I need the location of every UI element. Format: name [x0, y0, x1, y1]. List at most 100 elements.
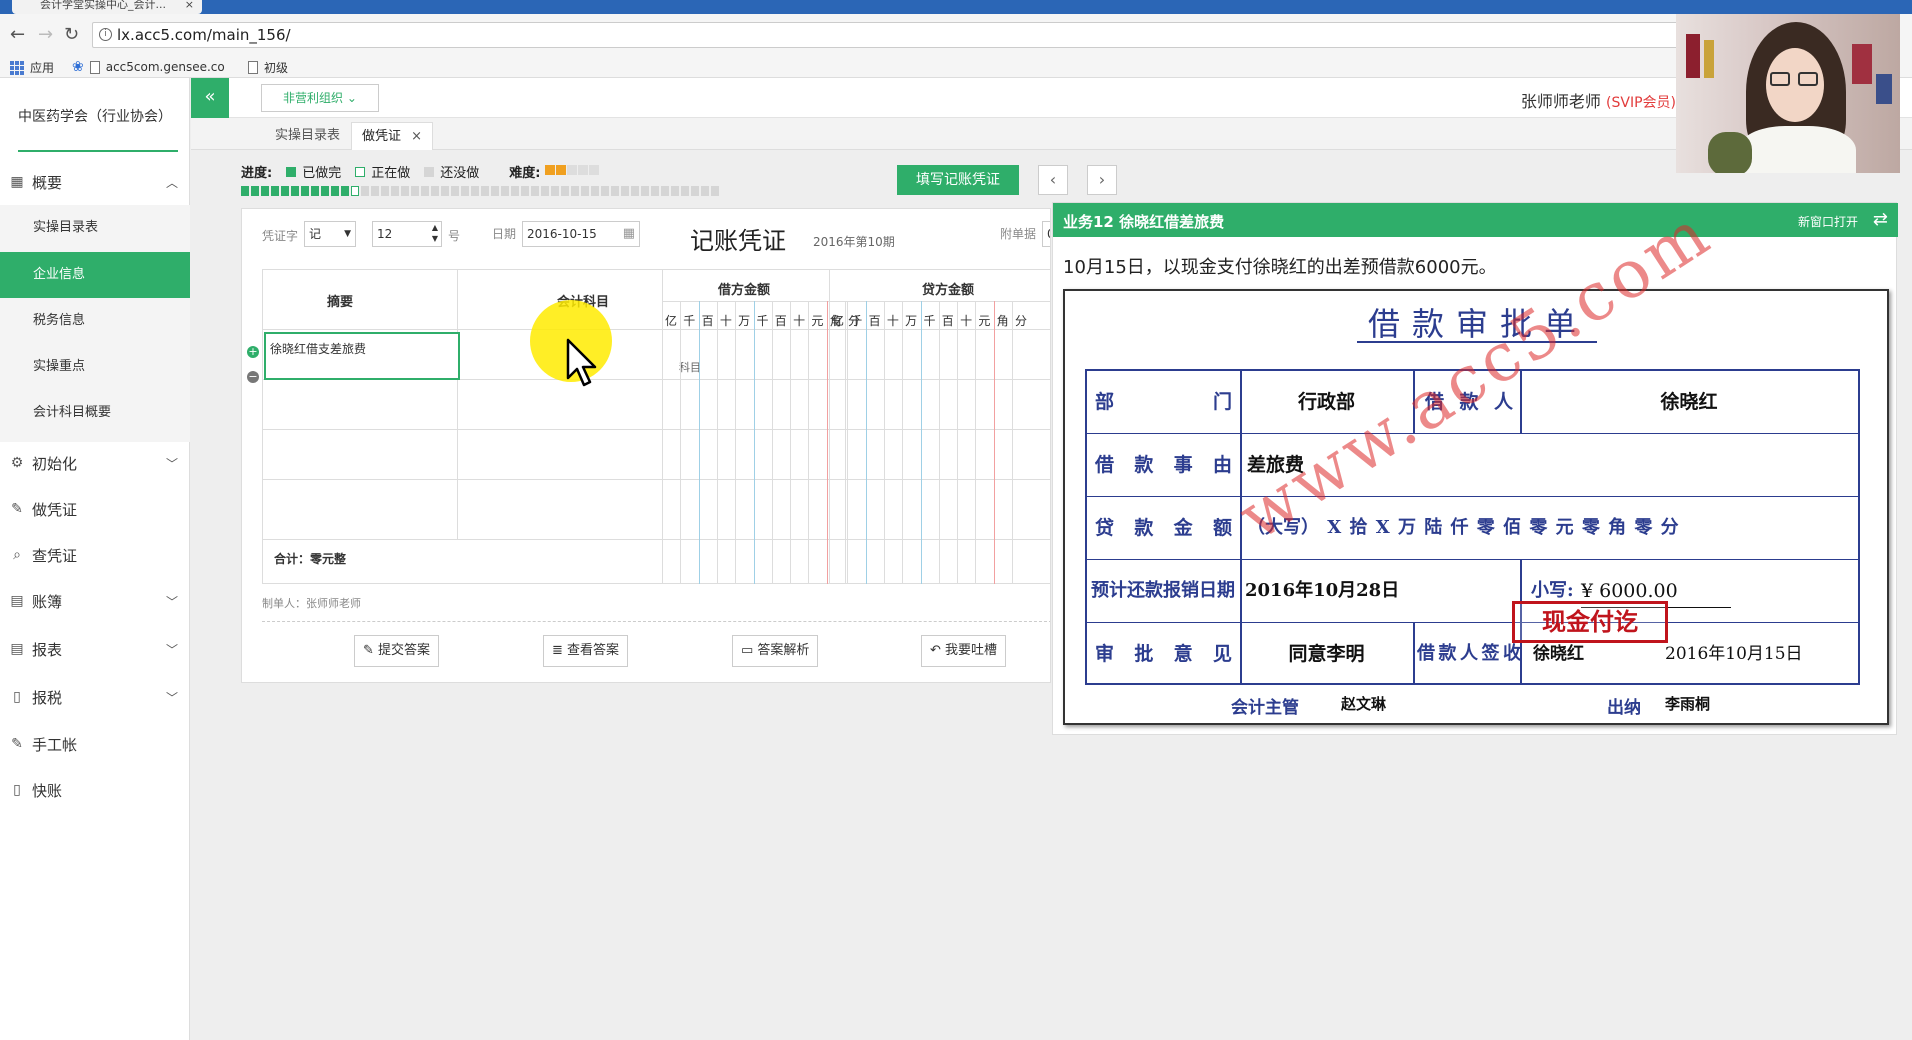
- sidebar-item-make-voucher[interactable]: ✎ 做凭证: [0, 486, 190, 532]
- progress-segment[interactable]: [571, 186, 579, 196]
- progress-segment[interactable]: [701, 186, 709, 196]
- progress-segment[interactable]: [671, 186, 679, 196]
- progress-segment[interactable]: [541, 186, 549, 196]
- progress-segment[interactable]: [461, 186, 469, 196]
- sidebar-item-tax-filing[interactable]: ▯ 报税 ﹀: [0, 674, 190, 720]
- progress-segment[interactable]: [281, 186, 289, 196]
- progress-segment[interactable]: [261, 186, 269, 196]
- progress-segment[interactable]: [531, 186, 539, 196]
- progress-segment[interactable]: [651, 186, 659, 196]
- tab-make-voucher[interactable]: 做凭证 ×: [351, 122, 434, 150]
- sidebar-subitem-company-info[interactable]: 企业信息: [0, 252, 190, 298]
- progress-segment[interactable]: [491, 186, 499, 196]
- tab-catalog[interactable]: 实操目录表: [265, 122, 350, 150]
- progress-segment[interactable]: [291, 186, 299, 196]
- prev-arrow-icon[interactable]: ‹: [1038, 165, 1068, 195]
- progress-segment[interactable]: [341, 186, 349, 196]
- add-row-icon[interactable]: +: [247, 346, 259, 358]
- date-field[interactable]: 2016-10-15 ▦: [522, 221, 640, 247]
- progress-segment[interactable]: [601, 186, 609, 196]
- close-icon[interactable]: ×: [411, 129, 422, 144]
- progress-segment[interactable]: [331, 186, 339, 196]
- progress-segment[interactable]: [411, 186, 419, 196]
- sidebar-item-quick-book[interactable]: ▯ 快账: [0, 767, 190, 813]
- sidebar-item-init[interactable]: ⚙ 初始化 ﹀: [0, 440, 190, 486]
- bookmark-chuji[interactable]: 初级: [248, 59, 288, 76]
- chevron-down-icon[interactable]: ﹀: [166, 689, 178, 706]
- progress-segment[interactable]: [311, 186, 319, 196]
- progress-segment[interactable]: [481, 186, 489, 196]
- answer-analysis-button[interactable]: ▭ 答案解析: [732, 635, 819, 667]
- close-icon[interactable]: ×: [185, 0, 194, 10]
- progress-segment[interactable]: [351, 186, 359, 196]
- voucher-number-stepper[interactable]: 12 ▲ ▼: [372, 221, 442, 247]
- progress-segment[interactable]: [301, 186, 309, 196]
- progress-segment[interactable]: [441, 186, 449, 196]
- browser-tab[interactable]: 会计学堂实操中心_会计... ×: [12, 0, 202, 14]
- sidebar-item-find-voucher[interactable]: ⌕ 查凭证: [0, 532, 190, 578]
- collapse-sidebar-button[interactable]: «: [191, 78, 229, 118]
- progress-segment[interactable]: [431, 186, 439, 196]
- progress-segment[interactable]: [421, 186, 429, 196]
- sidebar-subitem-catalog[interactable]: 实操目录表: [0, 205, 190, 251]
- next-arrow-icon[interactable]: ›: [1087, 165, 1117, 195]
- progress-segment[interactable]: [711, 186, 719, 196]
- progress-segment[interactable]: [471, 186, 479, 196]
- stepper-arrows-icon[interactable]: ▲ ▼: [432, 222, 438, 244]
- progress-segment[interactable]: [251, 186, 259, 196]
- progress-segment[interactable]: [561, 186, 569, 196]
- progress-segment[interactable]: [271, 186, 279, 196]
- sidebar-item-overview[interactable]: ▦ 概要 ︿: [0, 159, 190, 205]
- progress-segment[interactable]: [691, 186, 699, 196]
- progress-segment[interactable]: [621, 186, 629, 196]
- progress-segment[interactable]: [391, 186, 399, 196]
- sidebar-item-ledger[interactable]: ▤ 账簿 ﹀: [0, 578, 190, 624]
- open-new-window-link[interactable]: 新窗口打开: [1798, 213, 1858, 230]
- sidebar-item-manual-book[interactable]: ✎ 手工帐: [0, 721, 190, 767]
- progress-segment[interactable]: [591, 186, 599, 196]
- chevron-down-icon[interactable]: ﹀: [166, 593, 178, 610]
- progress-segment[interactable]: [641, 186, 649, 196]
- progress-segment[interactable]: [241, 186, 249, 196]
- progress-segment[interactable]: [581, 186, 589, 196]
- sidebar-item-reports[interactable]: ▤ 报表 ﹀: [0, 626, 190, 672]
- progress-segment[interactable]: [451, 186, 459, 196]
- progress-segment[interactable]: [361, 186, 369, 196]
- bookmark-gensee[interactable]: ❀ acc5com.gensee.co: [72, 59, 225, 75]
- view-answer-button[interactable]: ≣ 查看答案: [543, 635, 629, 667]
- calendar-icon[interactable]: ▦: [623, 222, 635, 246]
- progress-segment[interactable]: [661, 186, 669, 196]
- feedback-button[interactable]: ↶ 我要吐槽: [921, 635, 1007, 667]
- chevron-up-icon[interactable]: ︿: [166, 174, 178, 191]
- back-arrow-icon[interactable]: ←: [10, 24, 25, 45]
- progress-segment[interactable]: [611, 186, 619, 196]
- chevron-down-icon[interactable]: ﹀: [166, 641, 178, 658]
- progress-segment[interactable]: [501, 186, 509, 196]
- url-input[interactable]: i lx.acc5.com/main_156/: [92, 22, 1692, 48]
- sidebar-subitem-tax-info[interactable]: 税务信息: [0, 298, 190, 344]
- progress-segment[interactable]: [631, 186, 639, 196]
- progress-segment[interactable]: [511, 186, 519, 196]
- summary-input[interactable]: 徐晓红借支差旅费: [264, 332, 460, 380]
- bookmark-apps[interactable]: 应用: [10, 59, 54, 76]
- swap-icon[interactable]: ⇄: [1873, 209, 1888, 230]
- sidebar-subitem-accounts[interactable]: 会计科目概要: [0, 390, 190, 436]
- progress-segment[interactable]: [321, 186, 329, 196]
- progress-segment[interactable]: [371, 186, 379, 196]
- sidebar-subitem-key-points[interactable]: 实操重点: [0, 344, 190, 390]
- fill-voucher-button[interactable]: 填写记账凭证: [897, 165, 1019, 195]
- progress-segment[interactable]: [521, 186, 529, 196]
- progress-segment[interactable]: [381, 186, 389, 196]
- org-type-select[interactable]: 非营利组织 ⌄: [261, 84, 379, 112]
- submit-answer-button[interactable]: ✎ 提交答案: [354, 635, 440, 667]
- info-icon[interactable]: i: [99, 28, 112, 41]
- voucher-type-select[interactable]: 记 ▼: [304, 221, 356, 247]
- attach-count-input[interactable]: 0: [1042, 221, 1050, 247]
- reload-icon[interactable]: ↻: [64, 24, 79, 45]
- remove-row-icon[interactable]: −: [247, 371, 259, 383]
- progress-segment[interactable]: [401, 186, 409, 196]
- progress-segment[interactable]: [551, 186, 559, 196]
- forward-arrow-icon[interactable]: →: [38, 24, 53, 45]
- progress-segment[interactable]: [681, 186, 689, 196]
- chevron-down-icon[interactable]: ﹀: [166, 455, 178, 472]
